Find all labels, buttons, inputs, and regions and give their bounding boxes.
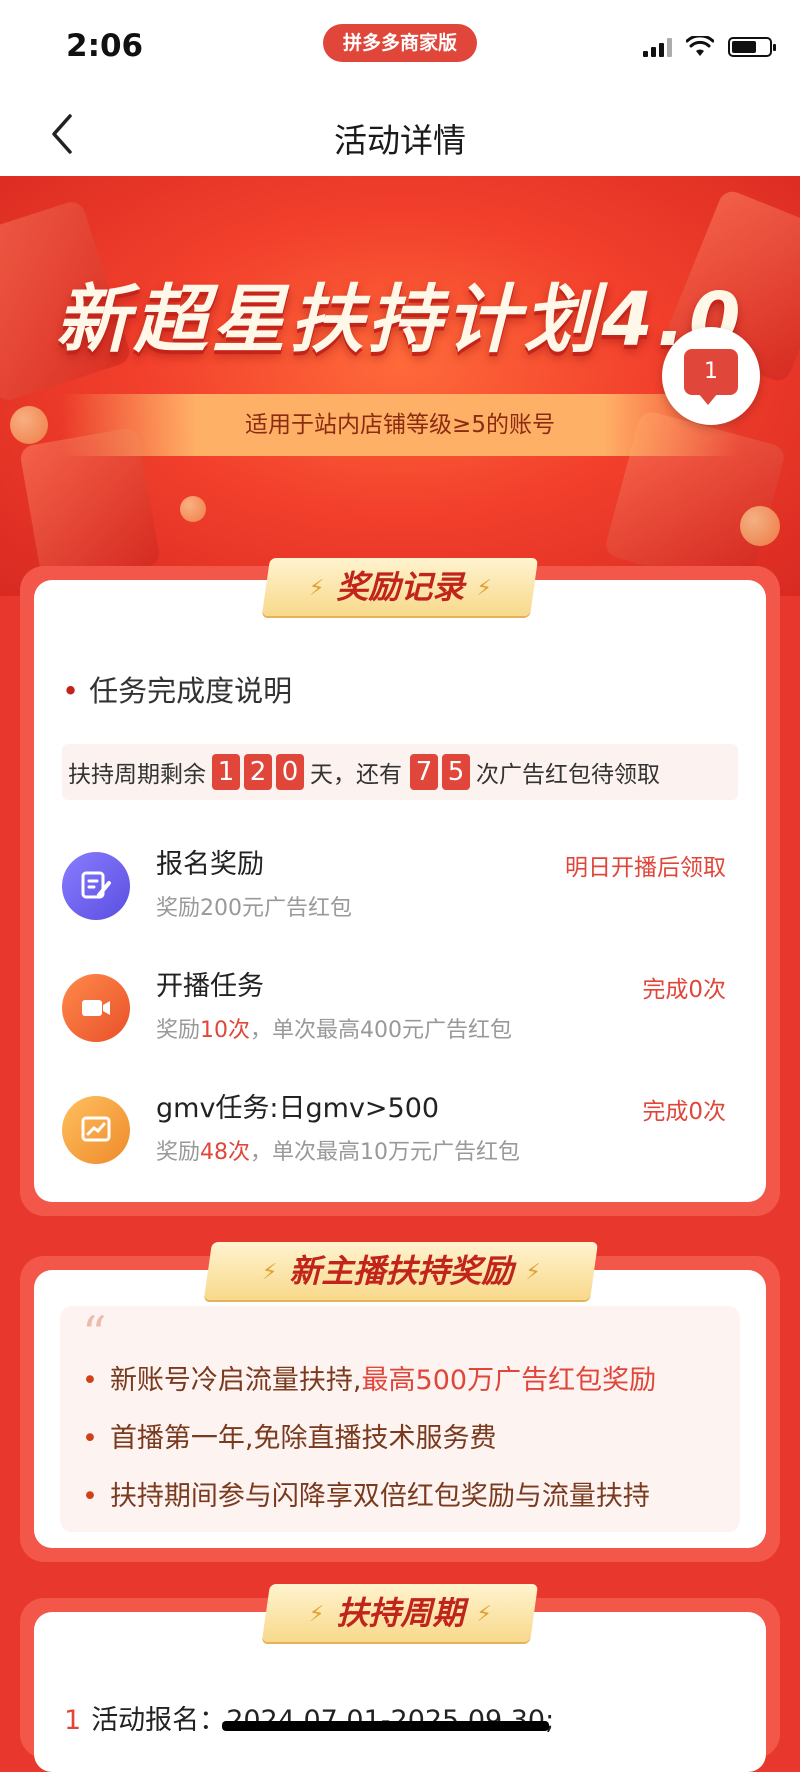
edit-icon xyxy=(62,852,130,920)
period-suffix: 次广告红包待领取 xyxy=(476,762,660,788)
hero-subtitle: 适用于站内店铺等级≥5的账号 xyxy=(62,394,738,456)
quote-mark-icon: “ xyxy=(82,1306,107,1362)
benefits-box: “ 新账号冷启流量扶持,最高500万广告红包奖励 首播第一年,免除直播技术服务费… xyxy=(60,1306,740,1532)
status-time: 2:06 xyxy=(66,28,144,64)
period-step: 1 活动报名：2024.07.01-2025.09.30; xyxy=(64,1705,555,1736)
coin-decoration xyxy=(180,496,206,522)
task-title: gmv任务:日gmv>500 xyxy=(156,1093,440,1124)
new-anchor-ribbon: ⚡ 新主播扶持奖励 ⚡ xyxy=(203,1242,599,1300)
new-anchor-card: “ 新账号冷启流量扶持,最高500万广告红包奖励 首播第一年,免除直播技术服务费… xyxy=(34,1270,766,1548)
task-subtitle: 奖励10次，单次最高400元广告红包 xyxy=(156,1018,513,1043)
task-status: 完成0次 xyxy=(642,977,726,1003)
support-period-section: 1 活动报名：2024.07.01-2025.09.30; ⚡ 扶持周期 ⚡ xyxy=(20,1584,780,1772)
message-icon: 1 xyxy=(684,349,738,405)
period-prefix: 扶持周期剩余 xyxy=(68,762,206,788)
status-bar: 2:06 拼多多商家版 xyxy=(0,0,800,92)
period-mid: 天，还有 xyxy=(310,762,402,788)
times-digit: 5 xyxy=(442,754,470,790)
days-digit: 1 xyxy=(212,754,240,790)
task-start-live[interactable]: 开播任务 奖励10次，单次最高400元广告红包 完成0次 xyxy=(62,964,738,1064)
benefit-item: 首播第一年,免除直播技术服务费 xyxy=(82,1416,497,1455)
days-digit: 2 xyxy=(244,754,272,790)
wifi-icon xyxy=(686,36,714,56)
task-status[interactable]: 明日开播后领取 xyxy=(565,848,726,882)
benefit-item: 新账号冷启流量扶持,最高500万广告红包奖励 xyxy=(82,1358,656,1397)
task-title: 报名奖励 xyxy=(156,849,264,880)
benefit-item: 扶持期间参与闪降享双倍红包奖励与流量扶持 xyxy=(82,1474,650,1513)
nav-bar: 活动详情 xyxy=(0,92,800,176)
days-digit: 0 xyxy=(276,754,304,790)
support-period-ribbon: ⚡ 扶持周期 ⚡ xyxy=(261,1584,539,1642)
task-subtitle: 奖励48次，单次最高10万元广告红包 xyxy=(156,1140,521,1165)
rewards-section: 任务完成度说明 扶持周期剩余 1 2 0 天，还有 7 5 次广告红包待领取 报… xyxy=(20,558,780,1216)
task-title: 开播任务 xyxy=(156,971,264,1002)
coin-decoration xyxy=(740,506,780,546)
status-icons xyxy=(643,34,776,60)
video-icon xyxy=(62,974,130,1042)
new-anchor-section: “ 新账号冷启流量扶持,最高500万广告红包奖励 首播第一年,免除直播技术服务费… xyxy=(20,1242,780,1562)
signal-icon xyxy=(643,37,672,57)
task-gmv[interactable]: gmv任务:日gmv>500 奖励48次，单次最高10万元广告红包 完成0次 xyxy=(62,1086,738,1186)
rewards-ribbon: ⚡ 奖励记录 ⚡ xyxy=(261,558,539,616)
chart-icon xyxy=(62,1096,130,1164)
battery-icon xyxy=(728,37,776,57)
coin-decoration xyxy=(10,406,48,444)
app-indicator-pill[interactable]: 拼多多商家版 xyxy=(323,24,477,62)
times-digit: 7 xyxy=(410,754,438,790)
rewards-card: 任务完成度说明 扶持周期剩余 1 2 0 天，还有 7 5 次广告红包待领取 报… xyxy=(34,580,766,1202)
task-signup-reward[interactable]: 报名奖励 奖励200元广告红包 明日开播后领取 xyxy=(62,842,738,942)
support-period-remaining: 扶持周期剩余 1 2 0 天，还有 7 5 次广告红包待领取 xyxy=(62,744,738,800)
task-completion-heading: 任务完成度说明 xyxy=(62,668,292,710)
message-count: 1 xyxy=(704,359,718,384)
message-float-button[interactable]: 1 xyxy=(662,327,760,425)
redacted-date: 2024.07.01-2025.09.30 xyxy=(222,1705,550,1736)
task-subtitle: 奖励200元广告红包 xyxy=(156,896,352,921)
task-status: 完成0次 xyxy=(642,1099,726,1125)
page-title: 活动详情 xyxy=(334,121,466,160)
